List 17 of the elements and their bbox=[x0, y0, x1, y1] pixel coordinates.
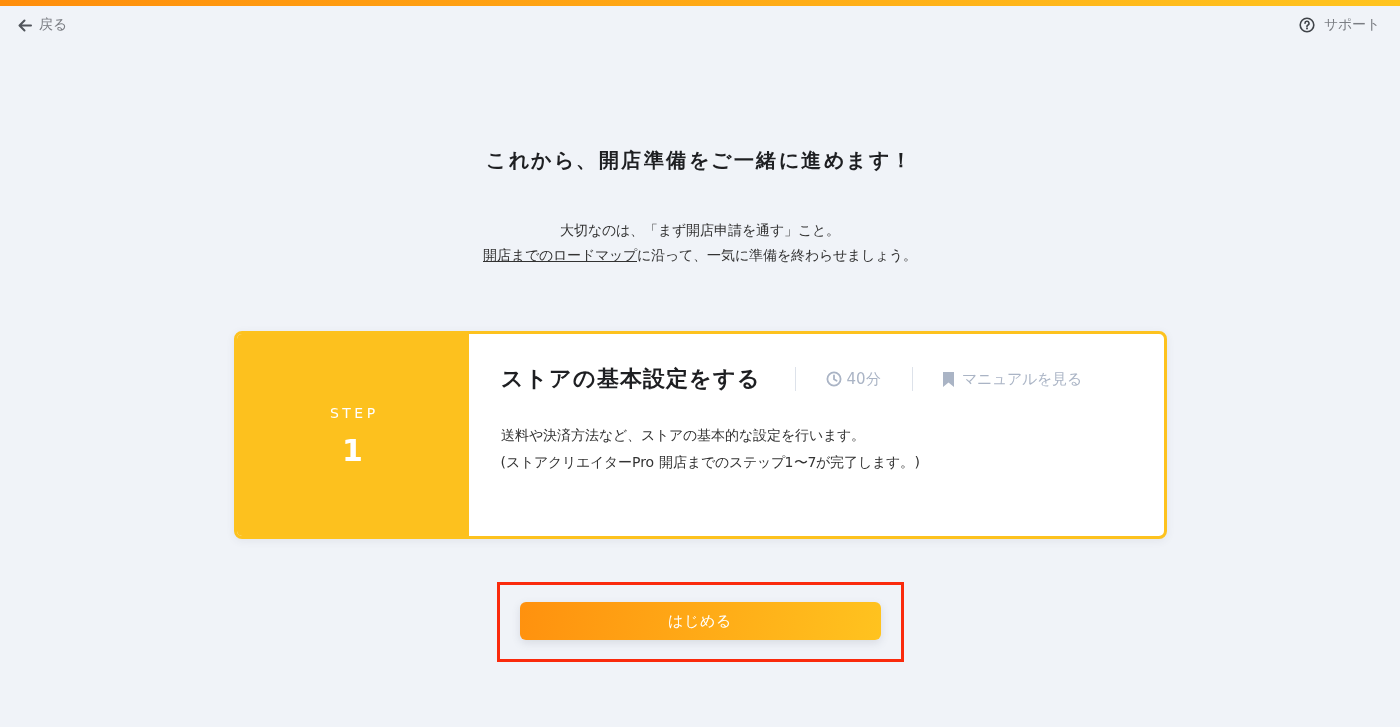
intro-text: 大切なのは、「まず開店申請を通す」こと。 bbox=[559, 221, 841, 240]
bookmark-icon bbox=[942, 371, 954, 387]
step-title: ストアの基本設定をする bbox=[500, 365, 761, 393]
support-link[interactable]: サポート bbox=[1299, 16, 1380, 34]
question-circle-icon bbox=[1299, 17, 1315, 33]
arrow-left-icon bbox=[18, 18, 32, 32]
manual-link[interactable]: マニュアルを見る bbox=[942, 369, 1082, 389]
clock-icon bbox=[825, 371, 842, 387]
intro-text: 開店までのロードマップに沿って、一気に準備を終わらせましょう。 bbox=[482, 246, 918, 265]
roadmap-link[interactable]: 開店までのロードマップ bbox=[483, 247, 637, 263]
step-number: 1 bbox=[342, 433, 363, 469]
back-link[interactable]: 戻る bbox=[18, 16, 67, 34]
duration-text: 40分 bbox=[846, 369, 881, 389]
step-label: STEP bbox=[328, 404, 379, 423]
step-description: (ストアクリエイターPro 開店までのステップ1〜7が完了します。) bbox=[500, 453, 921, 472]
page-title: これから、開店準備をご一緒に進めます！ bbox=[485, 147, 915, 174]
step-description: 送料や決済方法など、ストアの基本的な設定を行います。 bbox=[500, 426, 866, 445]
